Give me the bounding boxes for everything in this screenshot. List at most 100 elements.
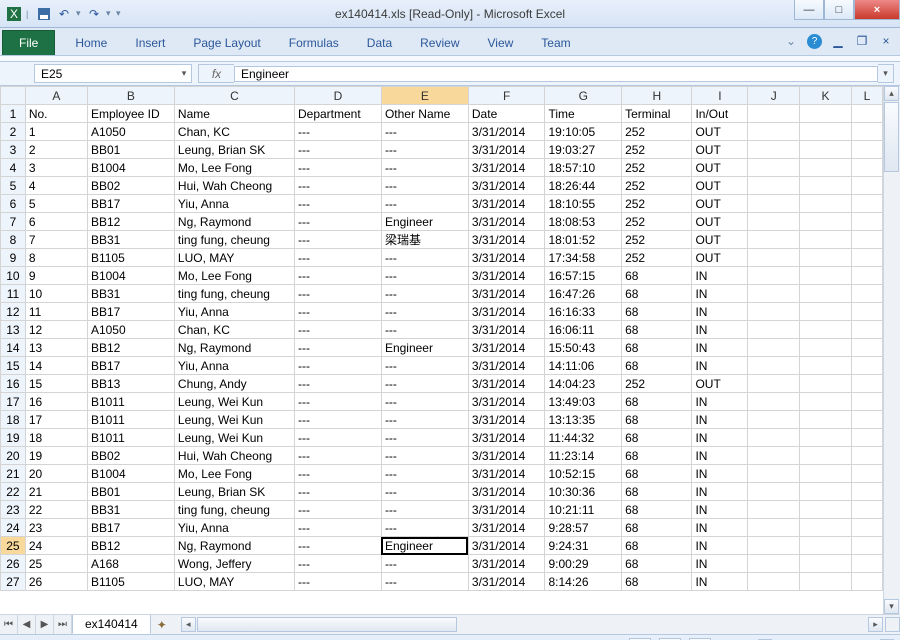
cell[interactable]: A1050 [87, 123, 174, 141]
cell[interactable]: In/Out [692, 105, 748, 123]
cell[interactable] [851, 321, 882, 339]
chevron-down-icon[interactable]: ▾ [106, 6, 112, 22]
cell[interactable]: --- [294, 465, 381, 483]
cell[interactable]: 252 [622, 213, 692, 231]
cell[interactable]: 3/31/2014 [468, 159, 545, 177]
cell[interactable]: BB02 [87, 447, 174, 465]
cell[interactable] [851, 357, 882, 375]
cell[interactable] [851, 465, 882, 483]
cell[interactable]: 68 [622, 555, 692, 573]
name-box[interactable]: E25 ▾ [34, 64, 192, 83]
row-header[interactable]: 9 [1, 249, 26, 267]
cell[interactable]: 68 [622, 393, 692, 411]
cell[interactable] [851, 303, 882, 321]
cell[interactable]: 3/31/2014 [468, 141, 545, 159]
select-all-corner[interactable] [1, 87, 26, 105]
column-header[interactable]: G [545, 87, 622, 105]
cell[interactable]: 26 [25, 573, 87, 591]
cell[interactable] [748, 231, 800, 249]
column-header[interactable]: A [25, 87, 87, 105]
cell[interactable]: 68 [622, 501, 692, 519]
row-header[interactable]: 8 [1, 231, 26, 249]
cell[interactable]: BB02 [87, 177, 174, 195]
cell[interactable] [748, 411, 800, 429]
cell[interactable] [748, 375, 800, 393]
cell[interactable]: --- [381, 411, 468, 429]
cell[interactable]: 10:21:11 [545, 501, 622, 519]
cell[interactable] [851, 105, 882, 123]
cell[interactable]: OUT [692, 177, 748, 195]
cell[interactable]: --- [381, 429, 468, 447]
cell[interactable]: 252 [622, 141, 692, 159]
cell[interactable] [851, 429, 882, 447]
cell[interactable]: 3/31/2014 [468, 249, 545, 267]
cell[interactable] [748, 465, 800, 483]
cell[interactable]: Yiu, Anna [174, 195, 294, 213]
cell[interactable]: 13:49:03 [545, 393, 622, 411]
cell[interactable]: 68 [622, 447, 692, 465]
cell[interactable]: Leung, Wei Kun [174, 429, 294, 447]
cell[interactable]: 7 [25, 231, 87, 249]
cell[interactable]: BB12 [87, 213, 174, 231]
cell[interactable]: 10:30:36 [545, 483, 622, 501]
cell[interactable] [748, 339, 800, 357]
cell[interactable]: --- [381, 303, 468, 321]
cell[interactable] [800, 303, 852, 321]
fx-icon[interactable]: fx [198, 64, 234, 83]
cell[interactable] [800, 267, 852, 285]
cell[interactable] [800, 501, 852, 519]
cell[interactable] [800, 375, 852, 393]
cell[interactable]: 13 [25, 339, 87, 357]
cell[interactable]: LUO, MAY [174, 573, 294, 591]
column-header[interactable]: J [748, 87, 800, 105]
cell[interactable]: BB31 [87, 285, 174, 303]
column-header[interactable]: F [468, 87, 545, 105]
cell[interactable]: 68 [622, 321, 692, 339]
cell[interactable] [748, 447, 800, 465]
cell[interactable] [748, 267, 800, 285]
cell[interactable]: 13:13:35 [545, 411, 622, 429]
cell[interactable] [748, 195, 800, 213]
cell[interactable]: 3/31/2014 [468, 429, 545, 447]
cell[interactable]: 68 [622, 483, 692, 501]
cell[interactable]: 3/31/2014 [468, 339, 545, 357]
cell[interactable]: 3/31/2014 [468, 447, 545, 465]
row-header[interactable]: 4 [1, 159, 26, 177]
ribbon-minimize-icon[interactable]: ⌄ [783, 33, 799, 49]
cell[interactable]: IN [692, 321, 748, 339]
cell[interactable]: 68 [622, 429, 692, 447]
cell[interactable]: Hui, Wah Cheong [174, 177, 294, 195]
cell[interactable]: Leung, Wei Kun [174, 411, 294, 429]
cell[interactable]: --- [381, 393, 468, 411]
cell[interactable]: 17 [25, 411, 87, 429]
cell[interactable]: --- [294, 123, 381, 141]
cell[interactable]: OUT [692, 195, 748, 213]
cell[interactable]: B1105 [87, 573, 174, 591]
cell[interactable]: 17:34:58 [545, 249, 622, 267]
row-header[interactable]: 25 [1, 537, 26, 555]
cell[interactable]: --- [294, 375, 381, 393]
cell[interactable]: Yiu, Anna [174, 357, 294, 375]
cell[interactable]: IN [692, 339, 748, 357]
cell[interactable]: Leung, Wei Kun [174, 393, 294, 411]
cell[interactable]: 3/31/2014 [468, 393, 545, 411]
cell[interactable]: 3/31/2014 [468, 483, 545, 501]
cell[interactable]: 3/31/2014 [468, 303, 545, 321]
cell[interactable] [748, 123, 800, 141]
cell[interactable] [851, 159, 882, 177]
cell[interactable] [851, 393, 882, 411]
cell[interactable]: IN [692, 537, 748, 555]
cell[interactable]: OUT [692, 249, 748, 267]
cell[interactable]: --- [294, 249, 381, 267]
cell[interactable] [748, 213, 800, 231]
cell[interactable]: 3/31/2014 [468, 519, 545, 537]
row-header[interactable]: 13 [1, 321, 26, 339]
cell[interactable]: 3/31/2014 [468, 573, 545, 591]
row-header[interactable]: 2 [1, 123, 26, 141]
cell[interactable]: 1 [25, 123, 87, 141]
cell[interactable]: --- [294, 231, 381, 249]
cell[interactable]: IN [692, 411, 748, 429]
cell[interactable]: A1050 [87, 321, 174, 339]
cell[interactable]: --- [381, 483, 468, 501]
cell[interactable]: 252 [622, 195, 692, 213]
